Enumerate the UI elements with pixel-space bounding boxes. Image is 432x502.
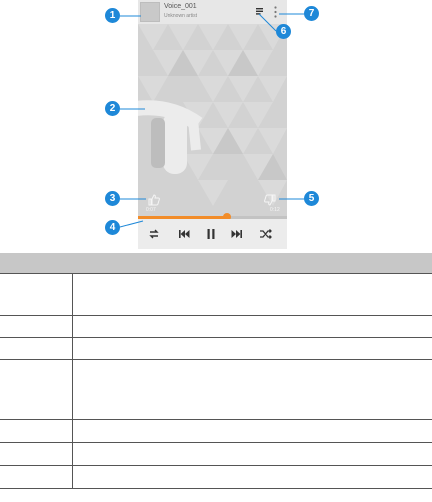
table-cell [0,273,73,316]
table-row [0,273,432,316]
table-row [0,442,432,466]
table-row [0,359,432,420]
table-cell [72,337,432,360]
callout-7: 7 [304,6,319,21]
table-cell [72,315,432,338]
header-function [72,253,432,274]
table-cell [0,419,73,443]
table-row [0,315,432,338]
table-cell [0,465,73,489]
table-header-row [0,253,432,274]
table-row [0,465,432,489]
table-cell [0,359,73,420]
table-cell [72,359,432,420]
callout-5: 5 [304,191,319,206]
callout-legend-table [0,253,432,489]
callout-3: 3 [105,191,120,206]
callout-1: 1 [105,8,120,23]
table-cell [0,315,73,338]
header-number [0,253,73,274]
table-cell [72,442,432,466]
table-cell [0,442,73,466]
callout-4: 4 [105,220,120,235]
callout-6: 6 [276,24,291,39]
table-row [0,337,432,360]
callout-2: 2 [105,101,120,116]
table-cell [72,273,432,316]
table-cell [0,337,73,360]
callout-leader-lines [119,13,304,228]
table-cell [72,419,432,443]
table-row [0,419,432,443]
table-cell [72,465,432,489]
